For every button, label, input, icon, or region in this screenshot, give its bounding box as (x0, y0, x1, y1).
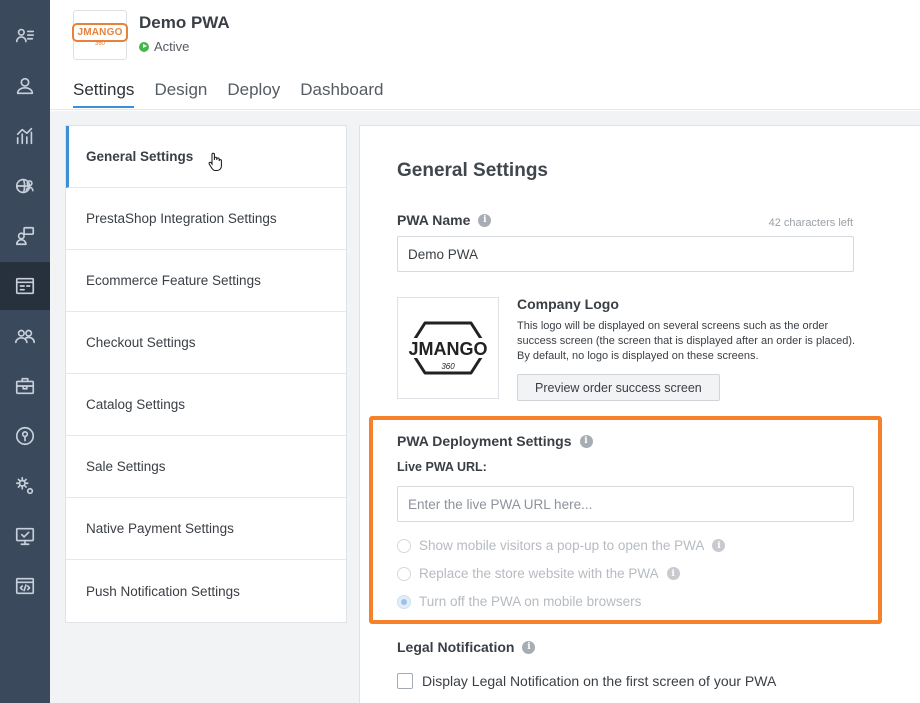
hand-cursor-icon (208, 152, 222, 171)
menu-item-sale[interactable]: Sale Settings (66, 436, 346, 498)
nav-analytics[interactable] (0, 112, 50, 160)
nav-toolbox[interactable] (0, 362, 50, 410)
company-logo-preview[interactable]: JMANGO 360 (397, 297, 499, 399)
analytics-icon (16, 127, 33, 145)
user-icon (16, 77, 34, 95)
info-icon[interactable]: i (478, 213, 492, 227)
page-title: General Settings (397, 160, 548, 181)
menu-item-catalog[interactable]: Catalog Settings (66, 374, 346, 436)
nav-security[interactable] (0, 412, 50, 460)
characters-left-counter: 42 characters left (768, 217, 853, 229)
app-settings-icon (15, 277, 35, 295)
menu-item-push-notification[interactable]: Push Notification Settings (66, 560, 346, 622)
legal-notification-checkbox[interactable] (397, 673, 413, 689)
legal-notification-title-text: Legal Notification (397, 639, 515, 655)
menu-item-checkout[interactable]: Checkout Settings (66, 312, 346, 374)
active-status-icon (139, 41, 149, 52)
company-logo-sub: 360 (441, 362, 455, 371)
gears-icon (15, 476, 34, 495)
nav-support[interactable] (0, 212, 50, 260)
tab-dashboard[interactable]: Dashboard (300, 80, 383, 108)
legal-notification-row[interactable]: Display Legal Notification on the first … (397, 673, 776, 689)
nav-preview[interactable] (0, 512, 50, 560)
pwa-name-label: PWA Name i (397, 212, 492, 228)
info-icon[interactable]: i (522, 640, 536, 654)
main-tabs: Settings Design Deploy Dashboard (73, 80, 383, 108)
company-logo-description: This logo will be displayed on several s… (517, 320, 856, 362)
monitor-check-icon (15, 527, 35, 546)
nav-user[interactable] (0, 62, 50, 110)
app-logo-sub: 360 (94, 41, 105, 47)
menu-item-native-payment[interactable]: Native Payment Settings (66, 498, 346, 560)
code-window-icon (15, 577, 35, 595)
nav-developer[interactable] (0, 562, 50, 610)
tab-deploy[interactable]: Deploy (227, 80, 280, 108)
side-nav-rail (0, 0, 50, 703)
app-logo-text: JMANGO (72, 23, 128, 42)
lock-icon (15, 426, 35, 446)
deployment-settings-highlight (369, 416, 882, 624)
app-status: Active (139, 39, 189, 54)
team-icon (15, 329, 35, 344)
menu-item-general-settings[interactable]: General Settings (66, 126, 346, 188)
settings-menu: General Settings PrestaShop Integration … (65, 125, 347, 623)
legal-notification-title: Legal Notification i (397, 639, 536, 655)
menu-item-ecommerce-features[interactable]: Ecommerce Feature Settings (66, 250, 346, 312)
preview-order-success-button[interactable]: Preview order success screen (517, 374, 720, 401)
nav-app-settings[interactable] (0, 262, 50, 310)
app-header: JMANGO 360 Demo PWA Active Settings Desi… (50, 0, 920, 110)
tab-settings[interactable]: Settings (73, 80, 135, 108)
company-logo-text: JMANGO (408, 339, 487, 359)
global-users-icon (15, 178, 34, 194)
toolbox-icon (15, 377, 35, 395)
nav-configuration[interactable] (0, 462, 50, 510)
app-status-label: Active (154, 39, 190, 54)
menu-item-prestashop-integration[interactable]: PrestaShop Integration Settings (66, 188, 346, 250)
contacts-list-icon (15, 28, 35, 43)
tab-design[interactable]: Design (154, 80, 207, 108)
support-chat-icon (15, 226, 35, 246)
pwa-name-label-text: PWA Name (397, 212, 471, 228)
nav-global-users[interactable] (0, 162, 50, 210)
company-logo-title: Company Logo (517, 296, 619, 312)
nav-contacts[interactable] (0, 12, 50, 60)
jmango-logo-image: JMANGO 360 (407, 321, 489, 375)
pwa-name-input[interactable] (397, 236, 854, 272)
nav-team[interactable] (0, 312, 50, 360)
app-logo: JMANGO 360 (72, 10, 128, 60)
app-name: Demo PWA (139, 13, 230, 32)
legal-notification-label: Display Legal Notification on the first … (422, 673, 777, 689)
